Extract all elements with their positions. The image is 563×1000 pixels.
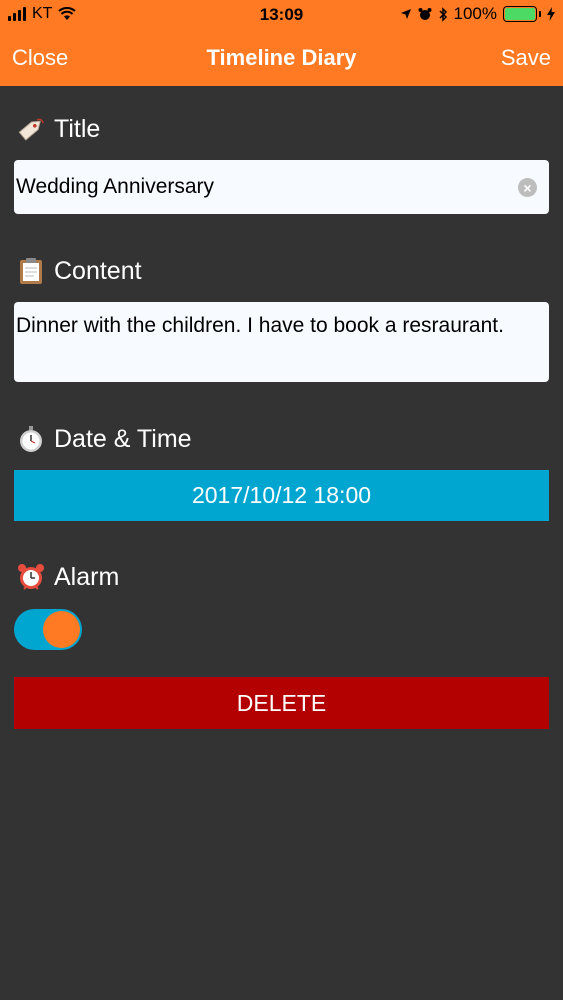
stopwatch-icon — [20, 426, 42, 452]
battery-percent: 100% — [453, 4, 497, 23]
datetime-value: 2017/10/12 18:00 — [191, 482, 372, 508]
content-label-text: Content — [54, 256, 142, 285]
datetime-label: Date & Time — [16, 424, 192, 454]
content-input[interactable]: Dinner with the children. I have to book… — [14, 302, 549, 382]
location-arrow-icon — [400, 9, 411, 19]
title-label: Title — [16, 114, 100, 144]
label-tag-icon — [18, 118, 44, 141]
content-input-value: Dinner with the children. I have to book… — [16, 314, 504, 337]
alarm-clock-icon — [18, 564, 44, 590]
delete-button[interactable]: DELETE — [14, 677, 549, 729]
charging-bolt-icon — [547, 7, 555, 21]
title-input[interactable]: Wedding Anniversary × — [14, 160, 549, 214]
nav-bar: Close Timeline Diary Save — [0, 36, 563, 82]
delete-button-label: DELETE — [236, 689, 327, 716]
toggle-knob — [43, 611, 80, 648]
alarm-toggle[interactable] — [14, 609, 82, 650]
title-input-value: Wedding Anniversary — [16, 175, 215, 198]
page-title: Timeline Diary — [206, 45, 357, 70]
alarm-label-text: Alarm — [54, 562, 120, 591]
close-button[interactable]: Close — [12, 45, 68, 71]
title-label-text: Title — [54, 114, 101, 143]
alarm-label: Alarm — [16, 562, 119, 592]
header: KT 13:09 100% Close Timeline Diary Save — [0, 0, 563, 86]
save-button[interactable]: Save — [501, 45, 551, 71]
battery-icon — [503, 6, 541, 22]
status-right: 100% — [400, 4, 555, 24]
bluetooth-icon — [438, 6, 447, 22]
status-bar: KT 13:09 100% — [0, 0, 563, 30]
datetime-picker-button[interactable]: 2017/10/12 18:00 — [14, 470, 549, 521]
alarm-status-icon — [418, 8, 432, 20]
clipboard-icon — [20, 258, 42, 284]
clear-icon[interactable]: × — [518, 178, 537, 197]
datetime-label-text: Date & Time — [54, 424, 192, 453]
content-label: Content — [16, 256, 142, 286]
